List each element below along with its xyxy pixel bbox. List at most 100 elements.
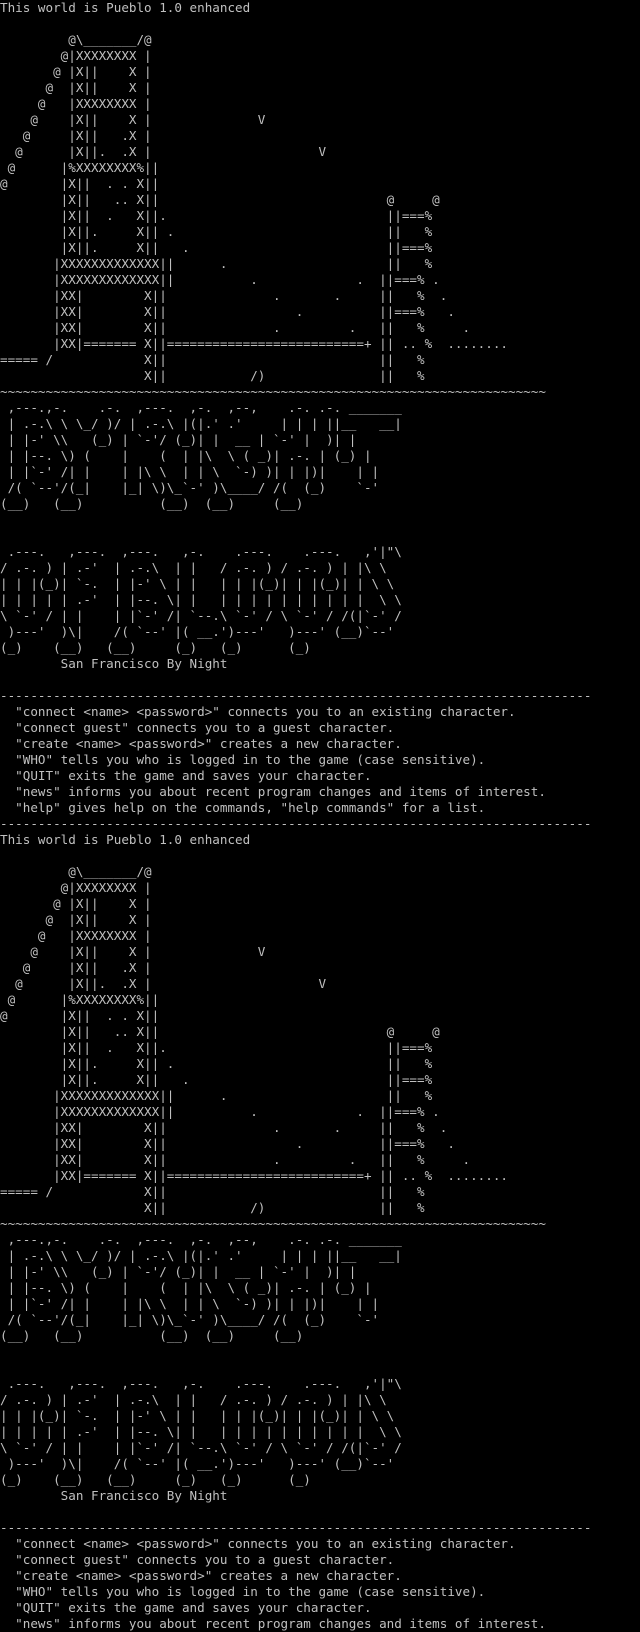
terminal-line: "connect guest" connects you to a guest … xyxy=(0,720,395,735)
terminal-line: ,---.,-. .-. ,---. ,-. ,--, .-. .-. ____… xyxy=(0,1232,402,1247)
terminal-line: | |`-' /| | | |\ \ | | \ `-) )| | |)| | … xyxy=(0,464,380,479)
terminal-line: .---. ,---. ,---. ,-. .---. .---. ,'|"\ xyxy=(0,544,402,559)
terminal-line: ,---.,-. .-. ,---. ,-. ,--, .-. .-. ____… xyxy=(0,400,402,415)
terminal-line: ~~~~~~~~~~~~~~~~~~~~~~~~~~~~~~~~~~~~~~~~… xyxy=(0,1216,546,1231)
terminal-line: @ |X|| . . X|| xyxy=(0,176,160,191)
terminal-line: |XX| X|| . . || % . xyxy=(0,1120,448,1135)
terminal-line: |X||. X|| . ||===% xyxy=(0,1072,433,1087)
terminal-line: X|| /) || % xyxy=(0,368,425,383)
terminal-line: This world is Pueblo 1.0 enhanced xyxy=(0,0,251,15)
terminal-line: @ |X||. .X | V xyxy=(0,976,327,991)
terminal-line: "WHO" tells you who is logged in to the … xyxy=(0,1584,486,1599)
terminal-line: |XX| X|| . ||===% . xyxy=(0,304,455,319)
terminal-line: | | | | | .-' | |--. \| | | | | | | | | … xyxy=(0,1424,402,1439)
terminal-line: @ |X|| .X | xyxy=(0,960,152,975)
terminal-line: |X|| .. X|| @ @ xyxy=(0,1024,440,1039)
terminal-line: | .-.\ \ \_/ )/ | .-.\ |(|.' .' | | | ||… xyxy=(0,416,402,431)
terminal-line: @|XXXXXXXX | xyxy=(0,880,152,895)
terminal-line: |X|| . X||. ||===% xyxy=(0,208,433,223)
terminal-line: ===== / X|| || % xyxy=(0,1184,425,1199)
terminal-line: | | | | | .-' | |--. \| | | | | | | | | … xyxy=(0,592,402,607)
terminal-line: @ |X|| X | xyxy=(0,896,152,911)
terminal-line: (_) (__) (__) (_) (_) (_) xyxy=(0,640,311,655)
welcome-screen: This world is Pueblo 1.0 enhanced @\____… xyxy=(0,0,640,832)
terminal-line: "connect <name> <password>" connects you… xyxy=(0,704,516,719)
terminal-line: "QUIT" exits the game and saves your cha… xyxy=(0,768,372,783)
terminal-line: | |--. \) ( | ( | |\ \ ( _)| .-. | (_) | xyxy=(0,1280,372,1295)
terminal-line: |XX|======= X||=========================… xyxy=(0,1168,508,1183)
terminal-line: @|XXXXXXXX | xyxy=(0,48,152,63)
terminal-line: |XXXXXXXXXXXXX|| . . ||===% . xyxy=(0,1104,440,1119)
terminal-line: |XX|======= X||=========================… xyxy=(0,336,508,351)
terminal-line: @ |%XXXXXXXX%|| xyxy=(0,992,160,1007)
terminal-line: San Francisco By Night xyxy=(0,1488,228,1503)
terminal-line: | |--. \) ( | ( | |\ \ ( _)| .-. | (_) | xyxy=(0,448,372,463)
terminal-line: @ |%XXXXXXXX%|| xyxy=(0,160,160,175)
terminal-line: This world is Pueblo 1.0 enhanced xyxy=(0,832,251,847)
terminal-line: |XX| X|| . . || % . xyxy=(0,320,471,335)
terminal-line: | |-' \\ (_) | `-'/ (_)| | __ | `-' | )|… xyxy=(0,432,357,447)
terminal-line: "connect <name> <password>" connects you… xyxy=(0,1536,516,1551)
terminal-line: |X|| . X||. ||===% xyxy=(0,1040,433,1055)
terminal-line: /( `--'/(_| |_| \)\_`-' )\____/ /( (_) `… xyxy=(0,1312,380,1327)
terminal-line: \ `-' / | | | |`-' /| `--.\ `-' / \ `-' … xyxy=(0,1440,402,1455)
terminal-line: @\_______/@ xyxy=(0,32,152,47)
terminal-line: ----------------------------------------… xyxy=(0,816,592,831)
terminal-line: )---' )\| /( `--' |( __.')---' )---' (__… xyxy=(0,624,395,639)
terminal-line: / .-. ) | .-' | .-.\ | | / .-. ) / .-. )… xyxy=(0,1392,387,1407)
terminal-line: )---' )\| /( `--' |( __.')---' )---' (__… xyxy=(0,1456,395,1471)
terminal-line: |X||. X|| . ||===% xyxy=(0,240,433,255)
terminal-line: @ |X|| .X | xyxy=(0,128,152,143)
terminal-line: "news" informs you about recent program … xyxy=(0,784,546,799)
terminal-line: | .-.\ \ \_/ )/ | .-.\ |(|.' .' | | | ||… xyxy=(0,1248,402,1263)
terminal-line: |X||. X|| . || % xyxy=(0,1056,433,1071)
terminal-line: "news" informs you about recent program … xyxy=(0,1616,546,1631)
terminal-line: ~~~~~~~~~~~~~~~~~~~~~~~~~~~~~~~~~~~~~~~~… xyxy=(0,384,546,399)
terminal-line: San Francisco By Night xyxy=(0,656,228,671)
terminal-line: @ |X|| X | V xyxy=(0,112,266,127)
terminal-line: "create <name> <password>" creates a new… xyxy=(0,736,402,751)
terminal-line: "WHO" tells you who is logged in to the … xyxy=(0,752,486,767)
terminal-line: |XX| X|| . . || % . xyxy=(0,1152,471,1167)
terminal-line: (__) (__) (__) (__) (__) xyxy=(0,1328,304,1343)
terminal-line: @ |XXXXXXXX | xyxy=(0,96,152,111)
terminal-line: ===== / X|| || % xyxy=(0,352,425,367)
terminal-line: @ |X||. .X | V xyxy=(0,144,327,159)
terminal-line: @ |XXXXXXXX | xyxy=(0,928,152,943)
terminal-line: |X||. X|| . || % xyxy=(0,224,433,239)
terminal-line: | | |(_)| `-. | |-' \ | | | | |(_)| | |(… xyxy=(0,1408,395,1423)
terminal-line: @ |X|| . . X|| xyxy=(0,1008,160,1023)
terminal-line: /( `--'/(_| |_| \)\_`-' )\____/ /( (_) `… xyxy=(0,480,380,495)
terminal-line: | |`-' /| | | |\ \ | | \ `-) )| | |)| | … xyxy=(0,1296,380,1311)
welcome-screen: This world is Pueblo 1.0 enhanced @\____… xyxy=(0,832,640,1632)
terminal-line: ----------------------------------------… xyxy=(0,1520,592,1535)
terminal-line: @ |X|| X | xyxy=(0,64,152,79)
terminal-line: \ `-' / | | | |`-' /| `--.\ `-' / \ `-' … xyxy=(0,608,402,623)
terminal-line: |XX| X|| . . || % . xyxy=(0,288,448,303)
terminal-line: X|| /) || % xyxy=(0,1200,425,1215)
terminal-line: "QUIT" exits the game and saves your cha… xyxy=(0,1600,372,1615)
terminal-line: |XXXXXXXXXXXXX|| . || % xyxy=(0,1088,433,1103)
terminal-window: This world is Pueblo 1.0 enhanced @\____… xyxy=(0,0,640,1632)
terminal-line: |XXXXXXXXXXXXX|| . || % xyxy=(0,256,433,271)
terminal-line: @ |X|| X | xyxy=(0,80,152,95)
terminal-line: @ |X|| X | V xyxy=(0,944,266,959)
terminal-line: | | |(_)| `-. | |-' \ | | | | |(_)| | |(… xyxy=(0,576,395,591)
terminal-line: "create <name> <password>" creates a new… xyxy=(0,1568,402,1583)
terminal-line: (__) (__) (__) (__) (__) xyxy=(0,496,304,511)
terminal-line: @\_______/@ xyxy=(0,864,152,879)
terminal-line: (_) (__) (__) (_) (_) (_) xyxy=(0,1472,311,1487)
terminal-line: |XX| X|| . ||===% . xyxy=(0,1136,455,1151)
terminal-line: |X|| .. X|| @ @ xyxy=(0,192,440,207)
terminal-line: "help" gives help on the commands, "help… xyxy=(0,800,486,815)
terminal-line: "connect guest" connects you to a guest … xyxy=(0,1552,395,1567)
terminal-line: ----------------------------------------… xyxy=(0,688,592,703)
